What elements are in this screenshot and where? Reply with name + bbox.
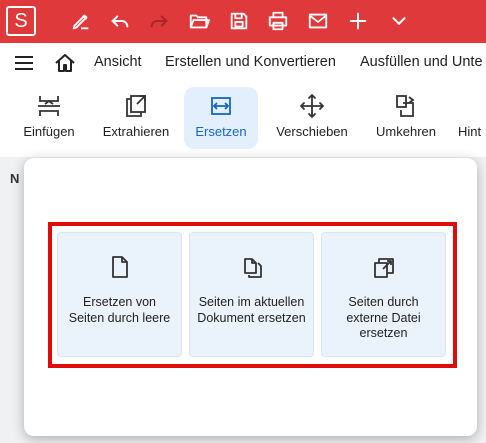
reverse-icon — [396, 95, 415, 117]
print-icon[interactable] — [266, 9, 290, 33]
insert-icon — [38, 96, 60, 116]
background-column-header: N — [0, 158, 26, 198]
plus-icon[interactable] — [346, 9, 370, 33]
open-folder-icon[interactable] — [187, 9, 211, 33]
insert-button[interactable]: Einfügen — [18, 87, 80, 149]
replace-label: Ersetzen — [195, 124, 247, 139]
menu-item-ausfuellen[interactable]: Ausfüllen und Unte — [360, 54, 483, 70]
title-bar: S — [0, 0, 486, 43]
background-button[interactable]: Hint — [458, 87, 486, 149]
blank-page-icon — [111, 256, 128, 278]
move-icon — [299, 93, 325, 119]
reverse-label: Umkehren — [376, 124, 436, 139]
undo-icon[interactable] — [108, 9, 132, 33]
menu-item-ansicht[interactable]: Ansicht — [94, 54, 142, 70]
redo-icon[interactable] — [147, 9, 171, 33]
replace-with-external-option[interactable]: Seiten durch externe Datei ersetzen — [321, 232, 446, 357]
insert-label: Einfügen — [23, 124, 75, 139]
replace-in-document-option[interactable]: Seiten im aktuellen Dokument ersetzen — [189, 232, 314, 357]
menu-bar: Ansicht Erstellen und Konvertieren Ausfü… — [0, 43, 486, 83]
replace-in-document-label: Seiten im aktuellen Dokument ersetzen — [197, 295, 306, 325]
move-button[interactable]: Verschieben — [271, 87, 353, 149]
extract-button[interactable]: Extrahieren — [97, 87, 175, 149]
replace-button[interactable]: Ersetzen — [184, 87, 258, 149]
copy-pages-icon — [243, 258, 262, 278]
extract-label: Extrahieren — [102, 124, 170, 139]
move-label: Verschieben — [276, 124, 348, 139]
hamburger-menu-icon[interactable] — [14, 54, 34, 72]
replace-icon — [211, 97, 231, 115]
save-icon[interactable] — [227, 9, 251, 33]
replace-with-blank-option[interactable]: Ersetzen von Seiten durch leere — [57, 232, 182, 357]
extract-icon — [126, 95, 146, 117]
pen-icon[interactable] — [69, 9, 93, 33]
background-label: Hint — [458, 124, 482, 139]
ribbon: Einfügen Extrahieren Ersetzen Verschiebe… — [0, 83, 486, 158]
replace-with-blank-label: Ersetzen von Seiten durch leere — [68, 295, 171, 325]
mail-icon[interactable] — [306, 9, 330, 33]
external-file-icon — [373, 258, 394, 278]
app-logo[interactable]: S — [6, 6, 36, 36]
chevron-down-icon[interactable] — [387, 9, 411, 33]
menu-item-erstellen[interactable]: Erstellen und Konvertieren — [165, 54, 336, 70]
app-logo-letter: S — [14, 9, 28, 32]
home-icon[interactable] — [54, 53, 76, 73]
replace-with-external-label: Seiten durch externe Datei ersetzen — [346, 295, 421, 340]
reverse-button[interactable]: Umkehren — [370, 87, 442, 149]
background-column-label: N — [10, 171, 20, 186]
